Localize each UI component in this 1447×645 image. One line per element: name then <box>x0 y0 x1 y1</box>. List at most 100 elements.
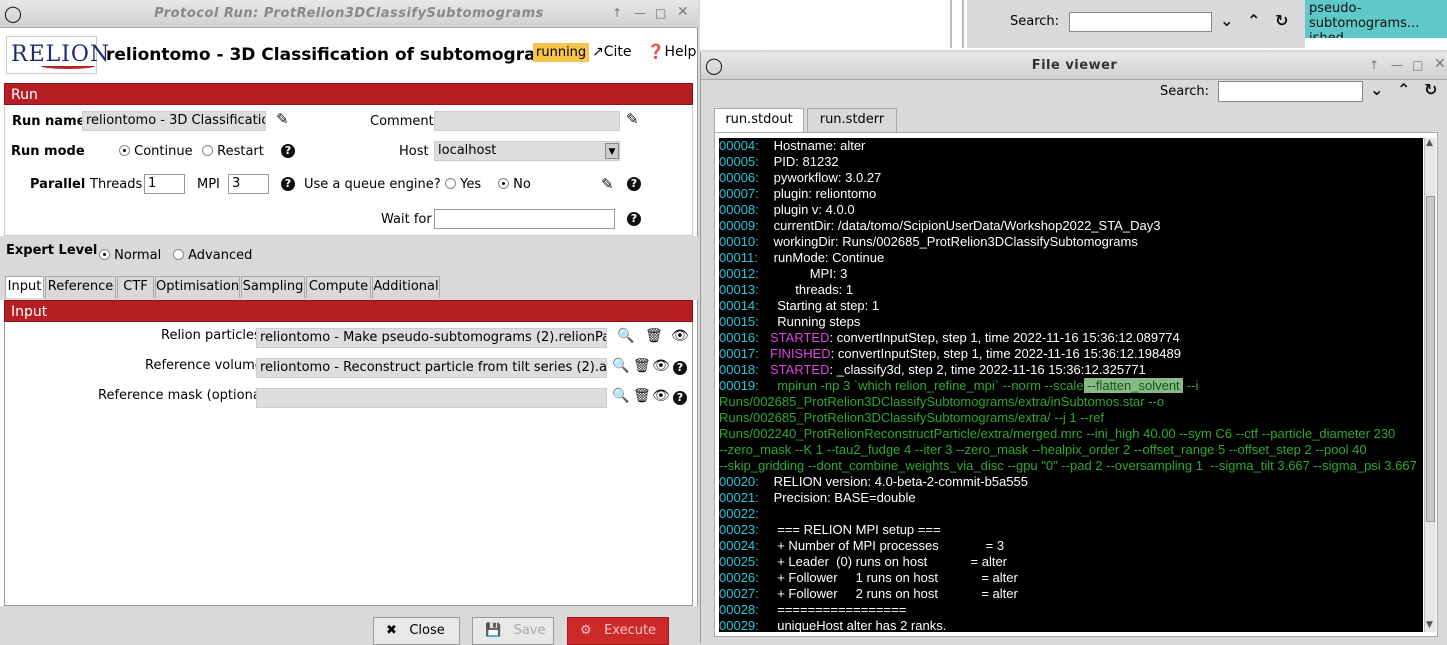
scroll-down-icon[interactable]: ▼ <box>1426 620 1433 630</box>
chevron-up-icon[interactable]: ⌃ <box>1247 11 1260 30</box>
line-number: 00004: <box>719 138 759 153</box>
vertical-scrollbar[interactable]: ▲ ▼ <box>1424 138 1436 632</box>
reference-mask-field[interactable] <box>256 388 607 408</box>
question-icon[interactable]: ? <box>627 212 641 226</box>
question-icon[interactable]: ? <box>627 177 641 191</box>
mode-continue-radio[interactable]: Continue <box>119 144 193 159</box>
chevron-up-icon[interactable]: ⌃ <box>1397 80 1410 99</box>
eye-icon[interactable]: 👁 <box>671 328 689 344</box>
scipion-logo-icon: ◯ <box>705 56 723 75</box>
eye-icon[interactable]: 👁 <box>652 388 670 404</box>
help-button[interactable]: ❓Help <box>647 44 696 60</box>
threads-input[interactable]: 1 <box>144 174 185 194</box>
refresh-icon[interactable]: ↻ <box>1275 11 1288 30</box>
search-input[interactable] <box>1218 81 1363 102</box>
log-line: 00029: uniqueHost alter has 2 ranks. <box>719 618 1423 632</box>
close-label: Close <box>409 623 445 638</box>
tab-run-stdout[interactable]: run.stdout <box>714 108 804 132</box>
question-icon[interactable]: ? <box>281 144 295 158</box>
queue-yes-label: Yes <box>460 177 482 192</box>
scroll-up-icon[interactable]: ▲ <box>1426 138 1433 148</box>
command-text: Runs/002240_ProtRelionReconstructParticl… <box>719 426 1396 441</box>
log-line: 00018: STARTED: _classify3d, step 2, time… <box>719 362 1423 378</box>
reference-volume-field[interactable]: reliontomo - Reconstruct particle from t… <box>256 358 607 378</box>
expert-advanced-radio[interactable]: Advanced <box>173 248 252 263</box>
trash-icon[interactable]: 🗑 <box>633 388 651 404</box>
close-icon[interactable]: ✕ <box>677 4 689 20</box>
edit-pencil-icon[interactable]: ✎ <box>601 175 614 193</box>
queue-yes-radio[interactable]: Yes <box>445 177 481 192</box>
mode-restart-radio[interactable]: Restart <box>202 144 264 159</box>
scrollbar-thumb[interactable] <box>1426 196 1435 522</box>
comment-label: Comment <box>370 114 434 129</box>
relion-logo: RELION <box>6 36 109 74</box>
background-search-input[interactable] <box>1069 12 1212 32</box>
question-icon[interactable]: ? <box>673 391 687 405</box>
log-line: 00021: Precision: BASE=double <box>719 490 1423 506</box>
eye-icon[interactable]: 👁 <box>652 358 670 374</box>
queue-no-radio[interactable]: No <box>498 177 531 192</box>
search-icon[interactable]: 🔍 <box>612 388 629 404</box>
chevron-down-icon[interactable]: ⌄ <box>1370 80 1383 99</box>
search-icon[interactable]: 🔍 <box>612 358 629 374</box>
maximize-icon[interactable]: □ <box>1412 58 1423 72</box>
file-viewer-title: File viewer <box>1031 58 1118 73</box>
expert-normal-label: Normal <box>114 248 162 263</box>
log-text: Running steps <box>770 314 861 329</box>
tab-run-stderr[interactable]: run.stderr <box>807 108 897 132</box>
status-badge: running <box>533 43 590 62</box>
relion-particles-field[interactable]: reliontomo - Make pseudo-subtomograms (2… <box>256 328 607 348</box>
maximize-icon[interactable]: □ <box>655 6 666 20</box>
trash-icon[interactable]: 🗑 <box>645 328 663 344</box>
log-line: Runs/002685_ProtRelion3DClassifySubtomog… <box>719 410 1423 426</box>
edit-pencil-icon[interactable]: ✎ <box>276 110 289 128</box>
mpi-input[interactable]: 3 <box>228 174 269 194</box>
log-line: 00005: PID: 81232 <box>719 154 1423 170</box>
tab-compute[interactable]: Compute <box>306 276 371 298</box>
comment-field[interactable] <box>434 111 620 131</box>
execute-button[interactable]: ⚙ Execute <box>567 617 669 645</box>
trash-icon[interactable]: 🗑 <box>633 358 651 374</box>
run-name-field[interactable]: reliontomo - 3D Classification of subtom… <box>82 111 266 131</box>
minimize-icon[interactable]: — <box>634 6 646 20</box>
line-number: 00012: <box>719 266 759 281</box>
tab-ctf[interactable]: CTF <box>117 276 154 298</box>
logo-swoosh <box>41 63 95 69</box>
host-select[interactable]: localhost <box>434 141 620 161</box>
file-viewer-titlebar: File viewer ◯ ↑ — □ ✕ <box>701 52 1447 80</box>
close-button[interactable]: ✖ Close <box>373 617 460 645</box>
log-line: 00024: + Number of MPI processes = 3 <box>719 538 1423 554</box>
log-line: 00006: pyworkflow: 3.0.27 <box>719 170 1423 186</box>
close-icon[interactable]: ✕ <box>1434 56 1446 72</box>
question-icon[interactable]: ? <box>281 177 295 191</box>
chevron-down-icon[interactable]: ⌄ <box>1220 11 1233 30</box>
question-icon[interactable]: ? <box>673 361 687 375</box>
line-number: 00020: <box>719 474 759 489</box>
keep-above-icon[interactable]: ↑ <box>1369 58 1379 72</box>
cite-button[interactable]: ↗Cite <box>592 44 632 60</box>
save-button[interactable]: 💾 Save <box>472 617 554 645</box>
step-status: FINISHED <box>770 346 831 361</box>
protocol-window: Protocol Run: ProtRelion3DClassifySubtom… <box>0 0 698 645</box>
radio-empty-icon <box>202 145 213 156</box>
line-number: 00025: <box>719 554 759 569</box>
refresh-icon[interactable]: ↻ <box>1424 80 1437 99</box>
log-line: 00008: plugin v: 4.0.0 <box>719 202 1423 218</box>
tab-additional[interactable]: Additional <box>372 276 440 298</box>
tab-reference[interactable]: Reference <box>45 276 116 298</box>
tab-optimisation[interactable]: Optimisation <box>155 276 240 298</box>
log-text: PID: 81232 <box>770 154 839 169</box>
minimize-icon[interactable]: — <box>1391 58 1403 72</box>
log-text: === RELION MPI setup === <box>770 522 941 537</box>
tab-sampling[interactable]: Sampling <box>241 276 305 298</box>
tab-input[interactable]: Input <box>5 276 44 298</box>
keep-above-icon[interactable]: ↑ <box>612 6 622 20</box>
expert-normal-radio[interactable]: Normal <box>99 248 161 263</box>
search-icon[interactable]: 🔍 <box>617 328 634 344</box>
reference-volume-label: Reference volume <box>145 358 263 373</box>
background-list-item[interactable]: pseudo-subtomograms... ished <box>1305 0 1447 38</box>
dropdown-arrow-icon[interactable]: ▼ <box>605 143 619 159</box>
edit-pencil-icon[interactable]: ✎ <box>626 110 639 128</box>
log-line: 00015: Running steps <box>719 314 1423 330</box>
wait-for-input[interactable] <box>434 209 615 229</box>
